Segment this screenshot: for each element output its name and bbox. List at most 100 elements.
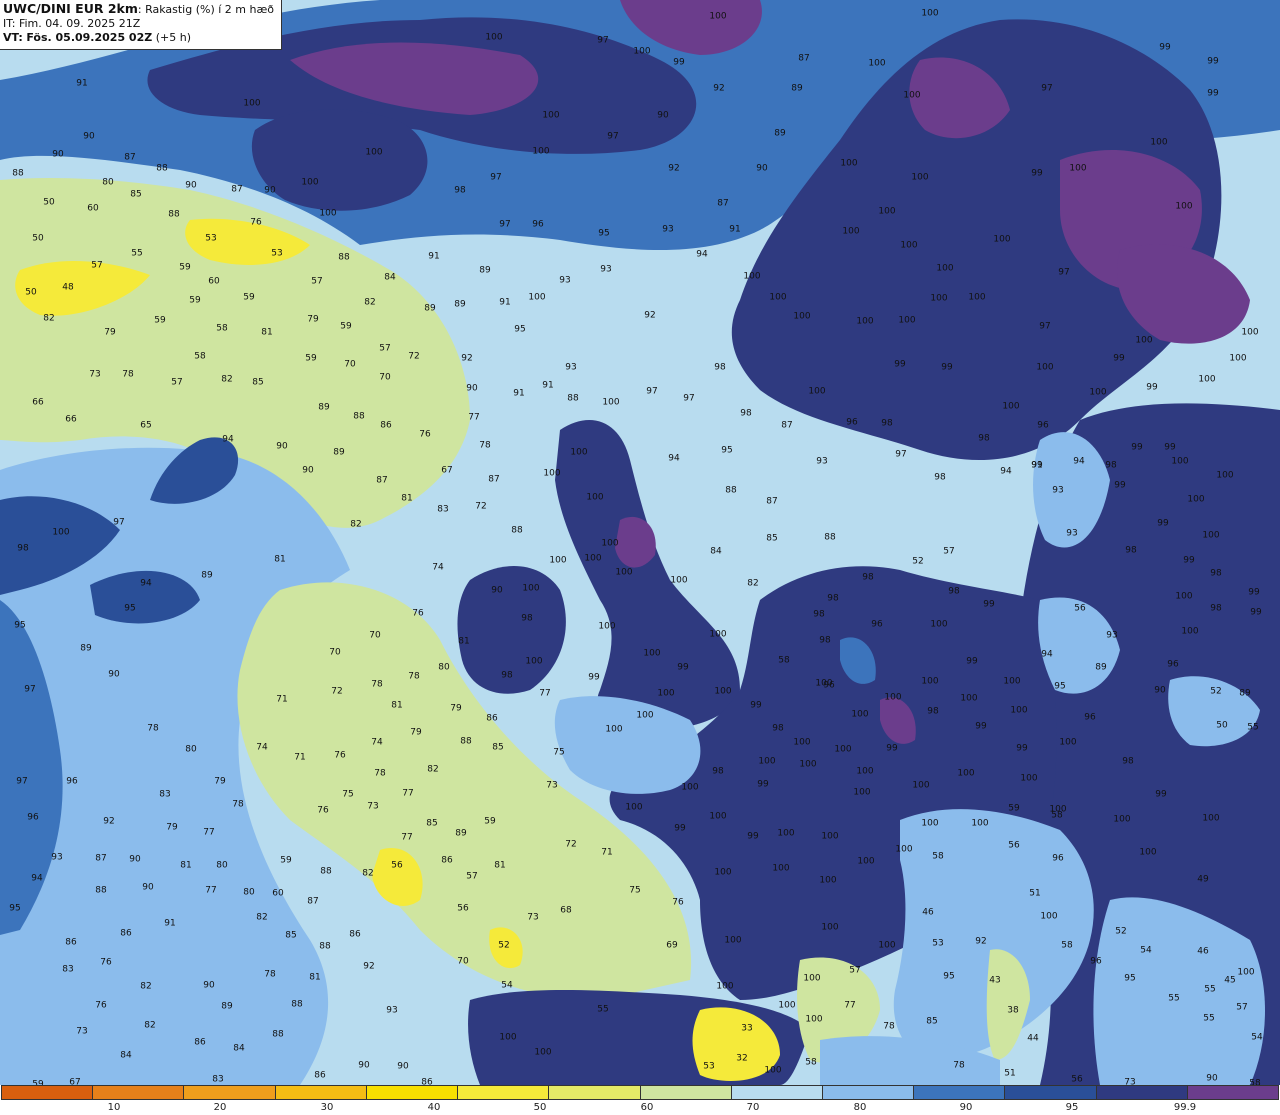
humidity-value: 75	[342, 789, 354, 800]
humidity-value: 71	[276, 694, 288, 705]
humidity-value: 98	[1125, 545, 1137, 556]
humidity-value: 100	[921, 676, 939, 687]
humidity-value: 79	[410, 727, 422, 738]
humidity-value: 58	[194, 351, 206, 362]
humidity-value: 99	[1164, 442, 1176, 453]
humidity-value: 91	[729, 224, 741, 235]
humidity-value: 57	[171, 377, 183, 388]
humidity-map[interactable]: 100 100 97 100 100 99 87 100 99 99 91 100 100 90 89 92 1…	[0, 0, 1280, 1085]
humidity-value: 88	[460, 736, 472, 747]
humidity-value: 77	[468, 412, 480, 423]
colorbar-segments	[1, 1085, 1279, 1100]
humidity-value: 60	[272, 888, 284, 899]
humidity-value: 100	[365, 147, 383, 158]
humidity-value: 85	[766, 533, 778, 544]
humidity-value: 72	[331, 686, 343, 697]
humidity-value: 98	[927, 706, 939, 717]
humidity-value: 66	[65, 414, 77, 425]
humidity-value: 58	[778, 655, 790, 666]
humidity-value: 99	[1131, 442, 1143, 453]
humidity-value: 45	[1224, 975, 1236, 986]
humidity-value: 90	[52, 149, 64, 160]
humidity-value: 87	[766, 496, 778, 507]
humidity-value: 57	[849, 965, 861, 976]
humidity-value: 58	[932, 851, 944, 862]
parameter-name: : Rakastig (%) í 2 m hæð	[137, 3, 275, 16]
humidity-value: 100	[993, 234, 1011, 245]
humidity-value: 100	[532, 146, 550, 157]
humidity-value: 53	[932, 938, 944, 949]
humidity-value: 95	[1054, 681, 1066, 692]
humidity-value: 100	[805, 1014, 823, 1025]
humidity-value: 52	[1115, 926, 1127, 937]
humidity-value: 90	[1206, 1073, 1218, 1084]
humidity-value: 56	[1074, 603, 1086, 614]
humidity-value: 78	[122, 369, 134, 380]
humidity-value: 100	[601, 538, 619, 549]
humidity-value: 98	[454, 185, 466, 196]
humidity-value: 98	[1122, 756, 1134, 767]
humidity-value: 100	[857, 856, 875, 867]
humidity-value: 70	[457, 956, 469, 967]
humidity-value: 100	[549, 555, 567, 566]
humidity-value: 100	[1020, 773, 1038, 784]
humidity-value: 75	[629, 885, 641, 896]
humidity-value: 100	[819, 875, 837, 886]
humidity-value: 81	[391, 700, 403, 711]
colorbar-segment	[640, 1086, 732, 1099]
colorbar-segment	[366, 1086, 459, 1099]
humidity-value: 98	[1105, 460, 1117, 471]
humidity-value: 59	[189, 295, 201, 306]
humidity-value: 54	[1140, 945, 1152, 956]
humidity-value: 50	[1216, 720, 1228, 731]
humidity-value: 100	[808, 386, 826, 397]
humidity-value: 55	[1204, 984, 1216, 995]
humidity-value: 87	[488, 474, 500, 485]
humidity-value: 88	[353, 411, 365, 422]
humidity-value: 99	[975, 721, 987, 732]
humidity-value: 76	[412, 608, 424, 619]
humidity-value: 98	[772, 723, 784, 734]
humidity-value: 100	[903, 90, 921, 101]
humidity-value: 97	[1041, 83, 1053, 94]
humidity-value: 86	[441, 855, 453, 866]
humidity-value: 98	[813, 609, 825, 620]
humidity-value: 100	[778, 1000, 796, 1011]
humidity-value: 100	[1010, 705, 1028, 716]
humidity-value: 86	[120, 928, 132, 939]
humidity-value: 58	[1051, 810, 1063, 821]
humidity-value: 55	[131, 248, 143, 259]
humidity-value: 100	[543, 468, 561, 479]
humidity-value: 90	[276, 441, 288, 452]
humidity-value: 100	[1181, 626, 1199, 637]
humidity-value: 99	[1155, 789, 1167, 800]
humidity-value: 77	[401, 832, 413, 843]
humidity-value: 100	[716, 981, 734, 992]
humidity-value: 52	[1210, 686, 1222, 697]
humidity-value: 100	[1089, 387, 1107, 398]
humidity-value: 100	[522, 583, 540, 594]
humidity-value: 99	[1207, 56, 1219, 67]
humidity-value: 91	[76, 78, 88, 89]
humidity-value: 73	[89, 369, 101, 380]
humidity-value: 96	[1052, 853, 1064, 864]
humidity-value: 100	[709, 11, 727, 22]
humidity-value: 93	[565, 362, 577, 373]
humidity-value: 99	[1031, 168, 1043, 179]
humidity-value: 86	[380, 420, 392, 431]
humidity-value: 90	[142, 882, 154, 893]
humidity-value: 97	[490, 172, 502, 183]
humidity-value: 99	[747, 831, 759, 842]
humidity-value: 100	[911, 172, 929, 183]
humidity-value: 99	[588, 672, 600, 683]
humidity-value: 88	[12, 168, 24, 179]
humidity-value: 91	[542, 380, 554, 391]
humidity-value: 32	[736, 1053, 748, 1064]
humidity-value: 100	[960, 693, 978, 704]
humidity-value: 96	[1037, 420, 1049, 431]
humidity-value: 90	[264, 185, 276, 196]
humidity-value: 89	[455, 828, 467, 839]
humidity-value: 100	[657, 688, 675, 699]
colorbar-segment	[822, 1086, 915, 1099]
humidity-value: 99	[1183, 555, 1195, 566]
